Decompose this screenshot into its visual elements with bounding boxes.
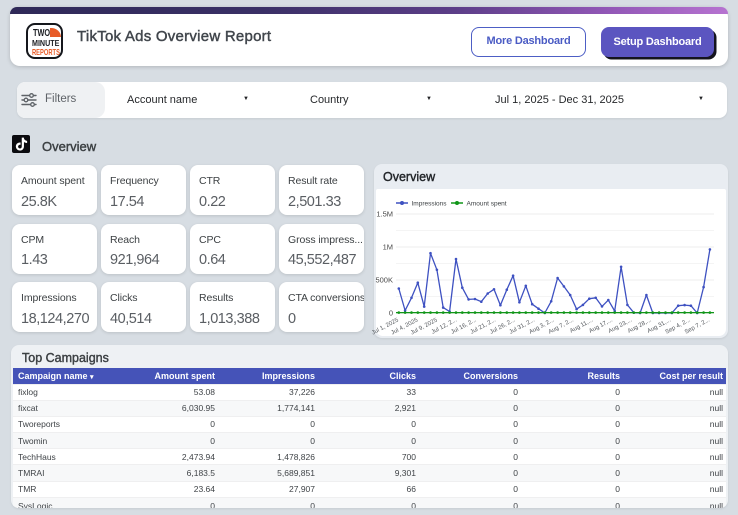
svg-text:500K: 500K xyxy=(375,276,393,285)
svg-text:1M: 1M xyxy=(383,243,393,252)
svg-text:Amount spent: Amount spent xyxy=(467,200,507,207)
svg-text:1.5M: 1.5M xyxy=(376,210,393,219)
svg-text:Impressions: Impressions xyxy=(412,200,448,207)
svg-text:0: 0 xyxy=(389,309,393,318)
